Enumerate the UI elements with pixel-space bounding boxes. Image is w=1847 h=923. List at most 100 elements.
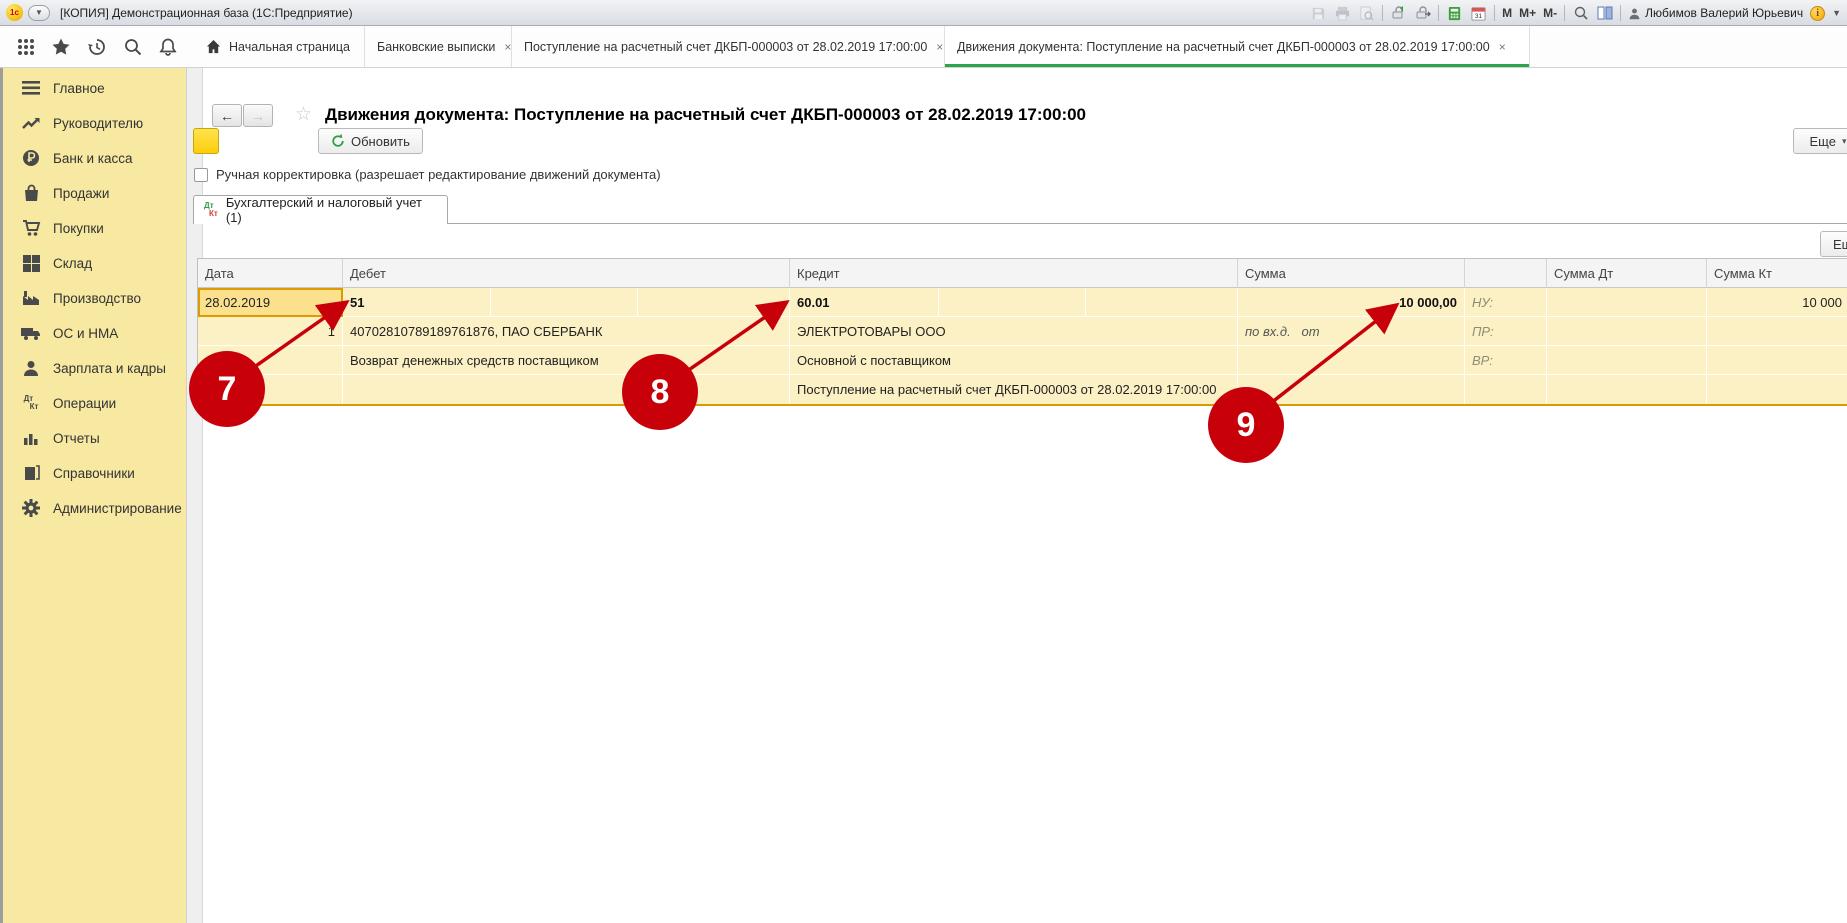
sidebar-item-main[interactable]: Главное (3, 73, 189, 103)
cell-debit-account[interactable]: 51 (343, 288, 790, 317)
user-icon (1628, 7, 1641, 20)
sidebar-item-fixed-assets[interactable]: ОС и НМА (3, 318, 189, 348)
notifications-bell-icon[interactable] (157, 36, 179, 58)
sidebar-item-bank-cash[interactable]: Банк и касса (3, 143, 189, 173)
col-header-sum-kt[interactable]: Сумма Кт (1707, 259, 1847, 288)
col-header-debit[interactable]: Дебет (343, 259, 790, 288)
sidebar-item-label: Администрирование (53, 501, 182, 516)
col-header-tax[interactable] (1465, 259, 1547, 288)
col-header-sum[interactable]: Сумма (1238, 259, 1465, 288)
cell-sum[interactable]: 10 000,00 (1238, 288, 1465, 317)
main-menu-dropdown-button[interactable]: ▼ (28, 5, 50, 21)
more-button-table[interactable]: Ещ (1820, 231, 1847, 257)
col-header-sum-dt[interactable]: Сумма Дт (1547, 259, 1707, 288)
split-window-icon[interactable] (1596, 5, 1613, 22)
sidebar-item-manager[interactable]: Руководителю (3, 108, 189, 138)
cell-debit-analytics3[interactable] (343, 375, 790, 404)
cell-sum-note[interactable]: по вх.д. от (1238, 317, 1465, 346)
sidebar-item-label: Производство (53, 291, 141, 306)
titlebar-chevron-down-icon[interactable]: ▼ (1832, 8, 1841, 18)
sidebar-item-warehouse[interactable]: Склад (3, 248, 189, 278)
print-icon (1334, 5, 1351, 22)
tab-bank-statements[interactable]: Банковские выписки × (365, 26, 512, 67)
current-user-name: Любимов Валерий Юрьевич (1645, 6, 1803, 20)
refresh-button[interactable]: Обновить (318, 128, 423, 154)
cell-credit-account[interactable]: 60.01 (790, 288, 1238, 317)
cell-sum-dt[interactable] (1547, 375, 1707, 404)
zoom-icon[interactable] (1572, 5, 1589, 22)
cell-tax-nu[interactable]: НУ: (1465, 288, 1547, 317)
favorites-star-icon[interactable] (50, 36, 72, 58)
add-favorite-star-icon[interactable]: ☆ (295, 103, 312, 126)
movements-table: Дата Дебет Кредит Сумма Сумма Дт Сумма К… (197, 258, 1847, 406)
home-icon (206, 39, 221, 54)
sidebar-item-sales[interactable]: Продажи (3, 178, 189, 208)
sidebar-item-payroll-hr[interactable]: Зарплата и кадры (3, 353, 189, 383)
trend-chart-icon (21, 113, 41, 133)
get-link-icon[interactable] (1390, 5, 1407, 22)
chevron-down-icon: ▾ (1842, 136, 1847, 147)
cell-sum-dt[interactable] (1547, 288, 1707, 317)
cell-debit-analytics2[interactable]: Возврат денежных средств поставщиком (343, 346, 790, 375)
go-to-link-icon[interactable] (1414, 5, 1431, 22)
col-header-credit[interactable]: Кредит (790, 259, 1238, 288)
memory-m-minus-button[interactable]: M- (1543, 6, 1557, 20)
cell-debit-analytics1[interactable]: 40702810789189761876, ПАО СБЕРБАНК (343, 317, 790, 346)
sidebar-item-operations[interactable]: ДтКт Операции (3, 388, 189, 418)
cell-credit-analytics1[interactable]: ЭЛЕКТРОТОВАРЫ ООО (790, 317, 1238, 346)
sidebar-item-directories[interactable]: Справочники (3, 458, 189, 488)
search-icon[interactable] (122, 36, 144, 58)
cell-sum-dt[interactable] (1547, 317, 1707, 346)
current-user[interactable]: Любимов Валерий Юрьевич (1628, 6, 1803, 20)
tab-home[interactable]: Начальная страница (194, 26, 365, 67)
sidebar-item-purchases[interactable]: Покупки (3, 213, 189, 243)
tab-close-icon[interactable]: × (1499, 40, 1506, 54)
cell-line-number[interactable]: 1 (198, 317, 343, 346)
cell-sum-kt[interactable] (1707, 317, 1847, 346)
cell-credit-analytics2[interactable]: Основной с поставщиком (790, 346, 1238, 375)
manual-adjustment-checkbox[interactable] (194, 168, 208, 182)
sidebar-item-reports[interactable]: Отчеты (3, 423, 189, 453)
refresh-label: Обновить (351, 134, 410, 149)
sidebar-item-label: Продажи (53, 186, 109, 201)
calendar-icon[interactable]: 31 (1470, 5, 1487, 22)
cell-sum-empty[interactable] (1238, 346, 1465, 375)
menu-grid-icon[interactable] (15, 36, 37, 58)
cell-sum-dt[interactable] (1547, 346, 1707, 375)
tab-accounting-tax-label: Бухгалтерский и налоговый учет (1) (226, 195, 437, 225)
sidebar-item-label: Банк и касса (53, 151, 133, 166)
window-title: [КОПИЯ] Демонстрационная база (1С:Предпр… (60, 6, 353, 20)
cell-date[interactable]: 28.02.2019 (198, 288, 343, 317)
more-button-top[interactable]: Еще ▾ (1793, 128, 1847, 154)
memory-m-button[interactable]: M (1502, 6, 1512, 20)
cell-tax-empty[interactable] (1465, 375, 1547, 404)
annotation-circle-7: 7 (189, 351, 265, 427)
sidebar-item-production[interactable]: Производство (3, 283, 189, 313)
tab-document-movements[interactable]: Движения документа: Поступление на расче… (945, 26, 1530, 67)
cell-sum-kt[interactable] (1707, 375, 1847, 404)
tab-receipt-document[interactable]: Поступление на расчетный счет ДКБП-00000… (512, 26, 945, 67)
save-and-close-button[interactable] (193, 128, 219, 154)
history-icon[interactable] (86, 36, 108, 58)
back-button[interactable]: ← (212, 104, 242, 127)
annotation-circle-8: 8 (622, 354, 698, 430)
tab-close-icon[interactable]: × (504, 40, 511, 54)
cell-sum-kt[interactable] (1707, 346, 1847, 375)
inner-tab-baseline (448, 223, 1847, 224)
info-icon[interactable]: i (1810, 6, 1825, 21)
tab-accounting-tax[interactable]: ДтКт Бухгалтерский и налоговый учет (1) (193, 195, 448, 224)
memory-m-plus-button[interactable]: M+ (1519, 6, 1536, 20)
cell-tax-pr[interactable]: ПР: (1465, 317, 1547, 346)
cell-sum-kt[interactable]: 10 000 (1707, 288, 1847, 317)
bar-chart-icon (21, 428, 41, 448)
calculator-icon[interactable] (1446, 5, 1463, 22)
refresh-icon (331, 134, 345, 148)
manual-adjustment-label: Ручная корректировка (разрешает редактир… (216, 167, 661, 182)
sidebar-item-label: Зарплата и кадры (53, 361, 166, 376)
sidebar-item-administration[interactable]: Администрирование (3, 493, 189, 523)
cell-tax-vr[interactable]: ВР: (1465, 346, 1547, 375)
col-header-date[interactable]: Дата (198, 259, 343, 288)
tab-close-icon[interactable]: × (936, 40, 943, 54)
manual-adjustment-row: Ручная корректировка (разрешает редактир… (194, 167, 661, 182)
cell-credit-analytics3[interactable]: Поступление на расчетный счет ДКБП-00000… (790, 375, 1238, 404)
